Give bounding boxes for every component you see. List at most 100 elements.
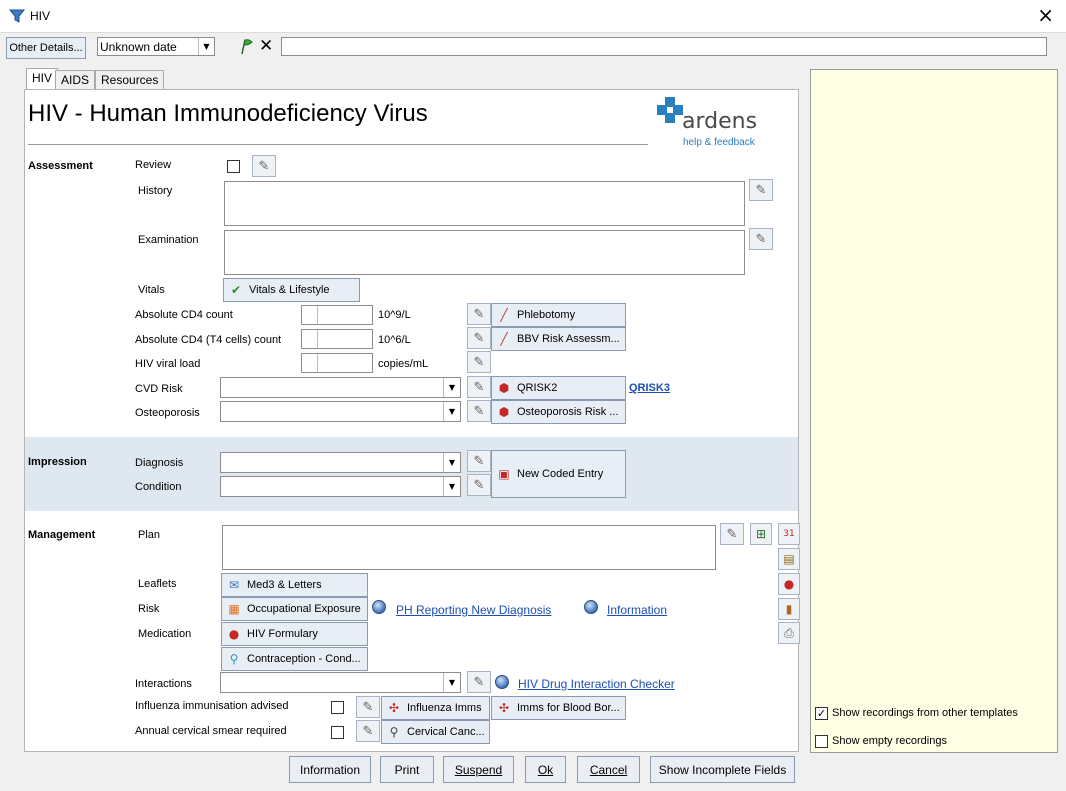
vitals-label: Vitals: [138, 284, 165, 296]
information-button[interactable]: Information: [289, 756, 371, 783]
tab-hiv[interactable]: HIV: [26, 68, 59, 89]
interactions-select[interactable]: ▼: [220, 672, 461, 693]
osteoporosis-select[interactable]: ▼: [220, 401, 461, 422]
other-details-button[interactable]: Other Details...: [6, 37, 86, 59]
medication-label: Medication: [138, 628, 192, 640]
cervical-cancer-button[interactable]: ⚲ Cervical Canc...: [381, 720, 490, 744]
qrisk3-link[interactable]: QRISK3: [629, 382, 670, 394]
chevron-down-icon[interactable]: ▼: [443, 378, 460, 397]
chevron-down-icon[interactable]: ▼: [443, 453, 460, 472]
viral-load-pencil-icon[interactable]: ✎: [467, 351, 491, 373]
vaccine-icon: ✣: [388, 701, 400, 715]
flu-pencil-icon[interactable]: ✎: [356, 696, 380, 718]
cd4-pencil-icon[interactable]: ✎: [467, 303, 491, 325]
examination-pencil-icon[interactable]: ✎: [749, 228, 773, 250]
imms-blood-borne-button[interactable]: ✣ Imms for Blood Bor...: [491, 696, 626, 720]
green-flag-icon[interactable]: [238, 38, 256, 56]
new-coded-entry-button[interactable]: ▣ New Coded Entry: [491, 450, 626, 498]
cvd-pencil-icon[interactable]: ✎: [467, 376, 491, 398]
viral-load-unit: copies/mL: [378, 358, 429, 370]
chevron-down-icon[interactable]: ▼: [198, 38, 214, 55]
examination-textarea[interactable]: [224, 230, 745, 275]
page-title: HIV - Human Immunodeficiency Virus: [28, 100, 428, 127]
med3-letters-button[interactable]: ✉ Med3 & Letters: [221, 573, 368, 597]
magnifier-icon: ⚲: [389, 725, 399, 739]
plan-textarea[interactable]: [222, 525, 716, 570]
bottle-icon[interactable]: ▮: [778, 598, 800, 620]
condition-pencil-icon[interactable]: ✎: [467, 474, 491, 496]
green-check-icon: ✔: [230, 283, 242, 297]
plan-pencil-icon[interactable]: ✎: [720, 523, 744, 545]
help-feedback-link[interactable]: help & feedback: [683, 137, 755, 148]
influenza-imms-label: Influenza Imms: [407, 702, 482, 714]
show-other-checkbox[interactable]: ✓: [815, 707, 828, 720]
diagnosis-pencil-icon[interactable]: ✎: [467, 450, 491, 472]
show-empty-checkbox[interactable]: [815, 735, 828, 748]
add-note-icon[interactable]: ⊞: [750, 523, 772, 545]
test-tube-icon: ⚲: [229, 652, 239, 666]
cervical-pencil-icon[interactable]: ✎: [356, 720, 380, 742]
interactions-pencil-icon[interactable]: ✎: [467, 671, 491, 693]
contraception-button[interactable]: ⚲ Contraception - Cond...: [221, 647, 368, 671]
osteoporosis-risk-button[interactable]: ⬢ Osteoporosis Risk ...: [491, 400, 626, 424]
hiv-formulary-label: HIV Formulary: [247, 628, 318, 640]
vaccine-icon: ✣: [498, 701, 510, 715]
risk-icon: ▦: [228, 602, 240, 616]
review-checkbox[interactable]: [227, 160, 240, 173]
impression-section: [25, 437, 798, 511]
vitals-lifestyle-button[interactable]: ✔ Vitals & Lifestyle: [223, 278, 360, 302]
history-label: History: [138, 185, 173, 197]
osteoporosis-risk-label: Osteoporosis Risk ...: [517, 406, 619, 418]
condition-select[interactable]: ▼: [220, 476, 461, 497]
printer-icon[interactable]: ⎙: [778, 622, 800, 644]
information-link[interactable]: Information: [607, 603, 667, 617]
history-textarea[interactable]: [224, 181, 745, 226]
hiv-formulary-button[interactable]: ● HIV Formulary: [221, 622, 368, 646]
clear-x-icon[interactable]: ✕: [259, 36, 273, 56]
filter-icon: [9, 9, 25, 23]
qrisk2-button[interactable]: ⬢ QRISK2: [491, 376, 626, 400]
cd4-t4-pencil-icon[interactable]: ✎: [467, 327, 491, 349]
clipboard-icon[interactable]: ▤: [778, 548, 800, 570]
occupational-exposure-button[interactable]: ▦ Occupational Exposure: [221, 597, 368, 621]
ok-button[interactable]: Ok: [525, 756, 566, 783]
hiv-drug-interaction-link[interactable]: HIV Drug Interaction Checker: [518, 677, 675, 691]
bbv-risk-button[interactable]: ╱ BBV Risk Assessm...: [491, 327, 626, 351]
cvd-risk-select[interactable]: ▼: [220, 377, 461, 398]
chevron-down-icon[interactable]: ▼: [443, 673, 460, 692]
suspend-button[interactable]: Suspend: [443, 756, 514, 783]
show-empty-label: Show empty recordings: [832, 735, 947, 747]
osteoporosis-pencil-icon[interactable]: ✎: [467, 400, 491, 422]
tab-resources[interactable]: Resources: [95, 70, 165, 89]
letter-icon: ✉: [228, 578, 240, 592]
print-button[interactable]: Print: [380, 756, 434, 783]
cd4-t4-input[interactable]: [301, 329, 373, 349]
chevron-down-icon[interactable]: ▼: [443, 477, 460, 496]
flu-label: Influenza immunisation advised: [135, 700, 289, 712]
ph-reporting-link[interactable]: PH Reporting New Diagnosis: [396, 603, 551, 617]
calendar-icon[interactable]: 31: [778, 523, 800, 545]
review-pencil-icon[interactable]: ✎: [252, 155, 276, 177]
history-pencil-icon[interactable]: ✎: [749, 179, 773, 201]
comment-input[interactable]: [281, 37, 1047, 56]
impression-section-label: Impression: [28, 456, 87, 468]
pill-icon[interactable]: ●: [778, 573, 800, 595]
cancel-button[interactable]: Cancel: [577, 756, 640, 783]
condition-label: Condition: [135, 481, 182, 493]
syringe-icon: ╱: [500, 308, 508, 322]
cvd-risk-label: CVD Risk: [135, 383, 183, 395]
diagnosis-select[interactable]: ▼: [220, 452, 461, 473]
tab-aids[interactable]: AIDS: [55, 70, 96, 89]
phlebotomy-label: Phlebotomy: [517, 309, 576, 321]
leaflets-label: Leaflets: [138, 578, 177, 590]
cervical-checkbox[interactable]: [331, 726, 344, 739]
chevron-down-icon[interactable]: ▼: [443, 402, 460, 421]
phlebotomy-button[interactable]: ╱ Phlebotomy: [491, 303, 626, 327]
influenza-imms-button[interactable]: ✣ Influenza Imms: [381, 696, 490, 720]
date-select[interactable]: Unknown date ▼: [97, 37, 215, 56]
show-incomplete-button[interactable]: Show Incomplete Fields: [650, 756, 795, 783]
flu-checkbox[interactable]: [331, 701, 344, 714]
close-icon[interactable]: ×: [1037, 4, 1054, 26]
cd4-input[interactable]: [301, 305, 373, 325]
viral-load-input[interactable]: [301, 353, 373, 373]
